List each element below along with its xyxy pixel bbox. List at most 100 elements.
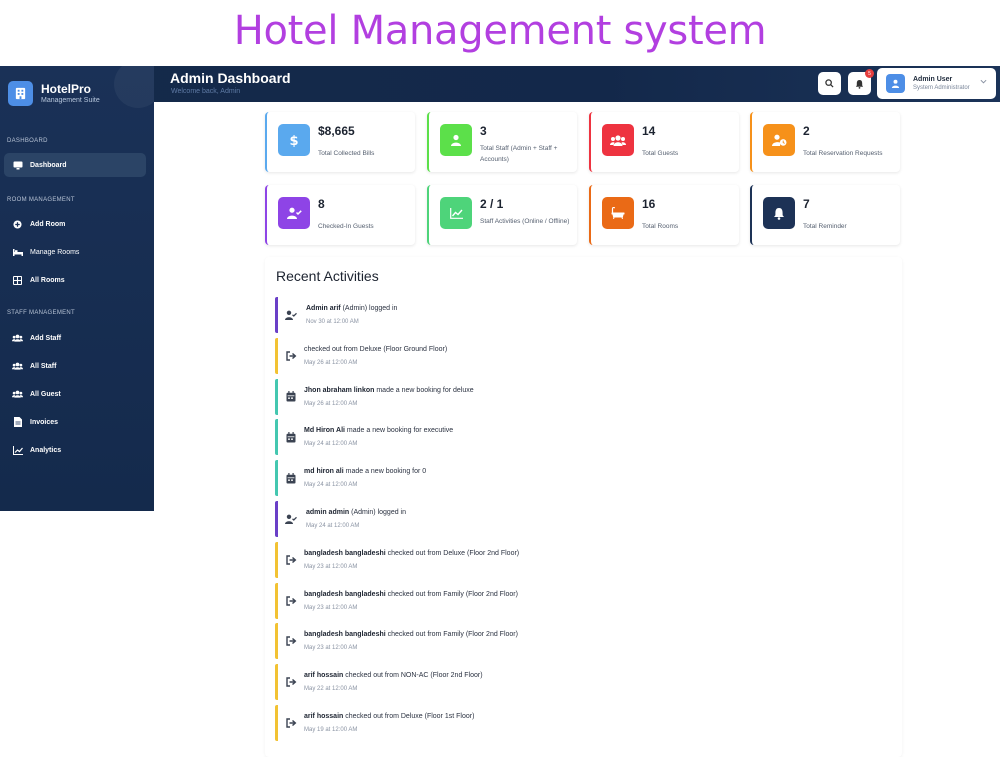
activity-time: May 23 at 12:00 AM	[304, 645, 358, 652]
sidebar-item-dashboard[interactable]: Dashboard	[4, 153, 146, 177]
calendar-icon	[285, 391, 297, 403]
activity-actor: md hiron ali	[304, 468, 344, 476]
stat-value: 2 / 1	[480, 197, 504, 211]
sidebar: HotelPro Management Suite DASHBOARD Dash…	[0, 66, 154, 511]
activity-text: md hiron ali made a new booking for 0	[304, 468, 426, 475]
sidebar-item-label: All Staff	[30, 362, 57, 370]
stat-label: Total Guests	[642, 150, 679, 157]
stat-label: Total Reminder	[803, 223, 847, 230]
activity-item[interactable]: Md Hiron Ali made a new booking for exec…	[275, 419, 885, 456]
user-check-icon	[285, 513, 297, 525]
activity-text: arif hossain checked out from NON-AC (Fl…	[304, 672, 483, 679]
activity-text: Admin arif (Admin) logged in	[306, 305, 397, 312]
sidebar-item-label: Manage Rooms	[30, 248, 80, 256]
brand[interactable]: HotelPro Management Suite	[8, 81, 100, 106]
welcome-text: Welcome back, Admin	[171, 88, 241, 95]
activity-time: May 19 at 12:00 AM	[304, 727, 358, 733]
stat-card: 14 Total Guests	[589, 112, 739, 172]
activity-time: May 22 at 12:00 AM	[304, 686, 358, 693]
sidebar-item-manage-rooms[interactable]: Manage Rooms	[4, 240, 146, 264]
user-check-icon	[285, 309, 297, 321]
sidebar-item-label: Dashboard	[30, 161, 67, 169]
activity-text: arif hossain checked out from Deluxe (Fl…	[304, 713, 474, 720]
activity-item[interactable]: bangladesh bangladeshi checked out from …	[275, 623, 885, 660]
calendar-icon	[285, 472, 297, 484]
users-icon	[12, 333, 23, 344]
activity-time: May 24 at 12:00 AM	[306, 523, 360, 529]
activity-item[interactable]: md hiron ali made a new booking for 0 May…	[275, 460, 885, 497]
activity-actor: arif hossain	[304, 713, 344, 720]
sidebar-item-invoices[interactable]: Invoices	[4, 410, 146, 434]
activity-time: May 26 at 12:00 AM	[304, 359, 358, 366]
activity-description: (Admin) logged in	[349, 509, 406, 516]
stat-card: $ $8,665 Total Collected Bills	[265, 112, 415, 172]
calendar-icon	[285, 431, 297, 443]
stat-card: 7 Total Reminder	[750, 185, 900, 245]
stat-value: 8	[318, 197, 325, 211]
avatar	[886, 74, 905, 93]
activity-description: checked out from Family (Floor 2nd Floor…	[385, 590, 518, 598]
sign-out-icon	[285, 635, 297, 647]
activity-item[interactable]: bangladesh bangladeshi checked out from …	[275, 541, 885, 578]
activity-item[interactable]: Admin arif (Admin) logged in Nov 30 at 12…	[275, 297, 885, 333]
activity-actor: bangladesh bangladeshi	[304, 549, 386, 557]
activity-item[interactable]: arif hossain checked out from NON-AC (Fl…	[275, 664, 885, 701]
sidebar-item-add-staff[interactable]: Add Staff	[4, 326, 146, 350]
activity-item[interactable]: Jhon abraham linkon made a new booking f…	[275, 378, 885, 415]
user-clock-icon	[763, 124, 795, 156]
activity-item[interactable]: admin admin (Admin) logged in May 24 at 1…	[275, 501, 885, 537]
sidebar-item-label: Add Room	[30, 220, 66, 228]
stat-card: 16 Total Rooms	[589, 185, 739, 245]
activity-description: (Admin) logged in	[340, 305, 398, 312]
activity-item[interactable]: bangladesh bangladeshi checked out from …	[275, 582, 885, 619]
activity-text: bangladesh bangladeshi checked out from …	[304, 550, 519, 557]
dollar-icon: $	[278, 124, 310, 156]
sidebar-item-analytics[interactable]: Analytics	[4, 438, 146, 462]
sidebar-item-all-staff[interactable]: All Staff	[4, 354, 146, 378]
activity-time: May 23 at 12:00 AM	[304, 563, 358, 570]
hotel-logo-icon	[8, 81, 33, 106]
activity-description: made a new booking for deluxe	[374, 386, 474, 394]
user-check-icon	[278, 197, 310, 229]
activity-description: checked out from Family (Floor 2nd Floor…	[385, 631, 518, 639]
stat-card: 8 Checked-In Guests	[265, 185, 415, 245]
users-icon	[602, 124, 634, 156]
activity-item[interactable]: checked out from Deluxe (Floor Ground Fl…	[275, 337, 885, 374]
user-role: System Administrator	[913, 85, 970, 91]
sidebar-item-all-rooms[interactable]: All Rooms	[4, 268, 146, 292]
section-title-room-management: ROOM MANAGEMENT	[7, 197, 75, 203]
activity-item[interactable]: arif hossain checked out from Deluxe (Fl…	[275, 705, 885, 741]
activity-time: May 26 at 12:00 AM	[304, 400, 358, 407]
activity-description: checked out from NON-AC (Floor 2nd Floor…	[343, 672, 483, 680]
sidebar-item-label: Analytics	[30, 446, 62, 454]
sign-out-icon	[285, 676, 297, 688]
stat-value: 2	[803, 124, 810, 138]
activity-text: bangladesh bangladeshi checked out from …	[304, 591, 518, 598]
stat-card: 2 / 1 Staff Activities (Online / Offline)	[427, 185, 577, 245]
stat-label: Checked-In Guests	[318, 223, 374, 230]
chevron-down-icon	[980, 79, 987, 84]
activity-description: checked out from Deluxe (Floor Ground Fl…	[304, 345, 448, 353]
bath-icon	[602, 197, 634, 229]
activity-description: checked out from Deluxe (Floor 1st Floor…	[343, 713, 475, 720]
sidebar-item-all-guest[interactable]: All Guest	[4, 382, 146, 406]
search-button[interactable]	[818, 72, 841, 95]
sidebar-item-add-room[interactable]: Add Room	[4, 212, 146, 236]
notifications-button[interactable]: 5	[848, 69, 874, 95]
activity-actor: Jhon abraham linkon	[304, 386, 375, 394]
recent-activities-title: Recent Activities	[276, 268, 379, 284]
notification-count-badge: 5	[865, 69, 874, 78]
stat-label: Total Staff (Admin + Staff + Accounts)	[480, 145, 558, 163]
bell-icon	[763, 197, 795, 229]
page-title: Admin Dashboard	[170, 70, 291, 86]
document-icon	[12, 417, 23, 428]
plus-circle-icon	[12, 219, 23, 230]
grid-icon	[12, 275, 23, 286]
user-menu[interactable]: Admin User System Administrator	[877, 68, 996, 99]
sidebar-item-label: All Guest	[30, 390, 61, 398]
stat-label: Total Collected Bills	[318, 150, 375, 157]
stat-card: 2 Total Reservation Requests	[750, 112, 900, 172]
chart-line-icon	[12, 445, 23, 456]
activity-text: Md Hiron Ali made a new booking for exec…	[304, 427, 453, 434]
activity-text: bangladesh bangladeshi checked out from …	[304, 631, 518, 638]
